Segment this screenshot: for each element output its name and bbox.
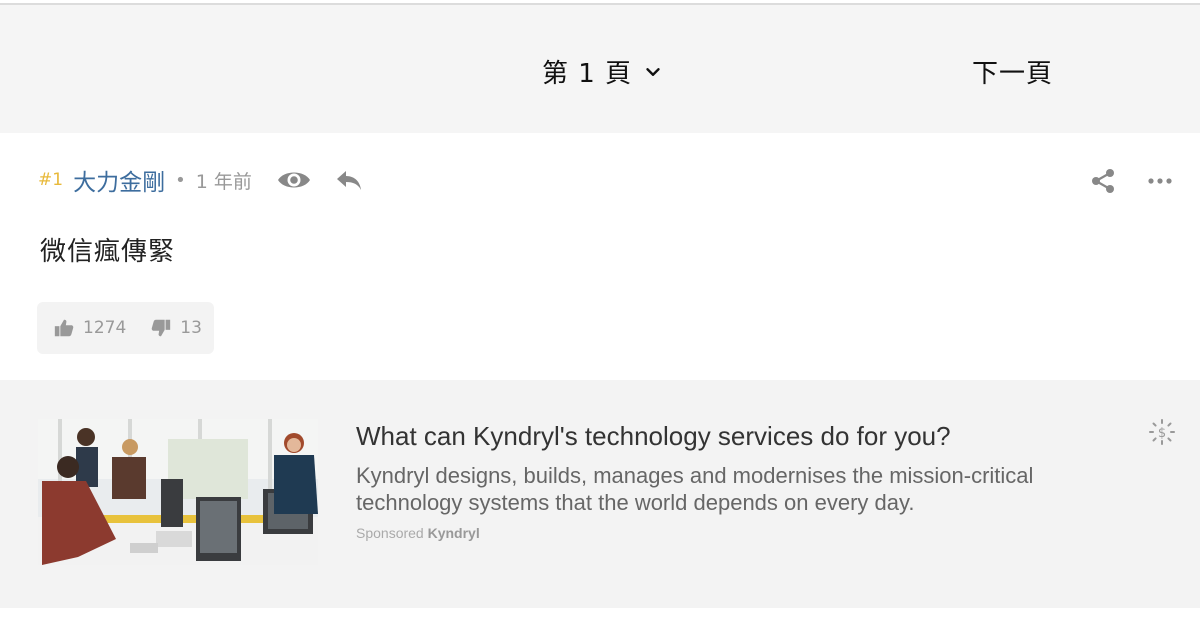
reply-icon[interactable]: [334, 165, 364, 195]
thumbs-up-icon: [54, 319, 74, 337]
next-page-link[interactable]: 下一頁: [972, 53, 1053, 90]
more-icon[interactable]: [1145, 166, 1175, 196]
eye-icon[interactable]: [276, 165, 312, 195]
post-header: #1 大力金剛 • 1 年前: [38, 163, 364, 197]
ad-sponsor: Sponsored Kyndryl: [356, 525, 480, 541]
thumbs-down-icon: [151, 319, 171, 337]
sponsored-ad: What can Kyndryl's technology services d…: [0, 380, 1200, 608]
ad-description: Kyndryl designs, builds, manages and mod…: [356, 463, 1034, 515]
ad-image[interactable]: [38, 419, 318, 565]
dislike-count: 13: [180, 318, 202, 338]
page-label: 第 1 頁: [542, 59, 633, 89]
post-content: 微信瘋傳緊: [40, 237, 176, 267]
comment-post: #1 大力金剛 • 1 年前 微信瘋傳緊 1274 13: [0, 133, 1200, 380]
vote-bar: 1274 13: [37, 302, 214, 354]
sponsored-label: Sponsored: [356, 525, 424, 541]
separator-dot: •: [175, 169, 186, 191]
ad-title[interactable]: What can Kyndryl's technology services d…: [356, 421, 951, 452]
like-button[interactable]: 1274: [53, 317, 126, 339]
sponsor-name[interactable]: Kyndryl: [428, 525, 480, 541]
bottom-spacer: [0, 608, 1200, 621]
ad-choice-icon[interactable]: $: [1148, 418, 1176, 446]
post-time: 1 年前: [195, 170, 252, 193]
like-count: 1274: [83, 318, 127, 338]
floor-number: #1: [38, 170, 64, 190]
page-select[interactable]: 第 1 頁: [542, 53, 664, 90]
username[interactable]: 大力金剛: [73, 163, 165, 197]
chevron-down-icon: [646, 67, 660, 76]
dislike-button[interactable]: 13: [150, 317, 202, 339]
share-icon[interactable]: [1088, 166, 1118, 196]
svg-text:$: $: [1158, 426, 1166, 441]
pager-bar: 第 1 頁 下一頁: [0, 5, 1200, 133]
